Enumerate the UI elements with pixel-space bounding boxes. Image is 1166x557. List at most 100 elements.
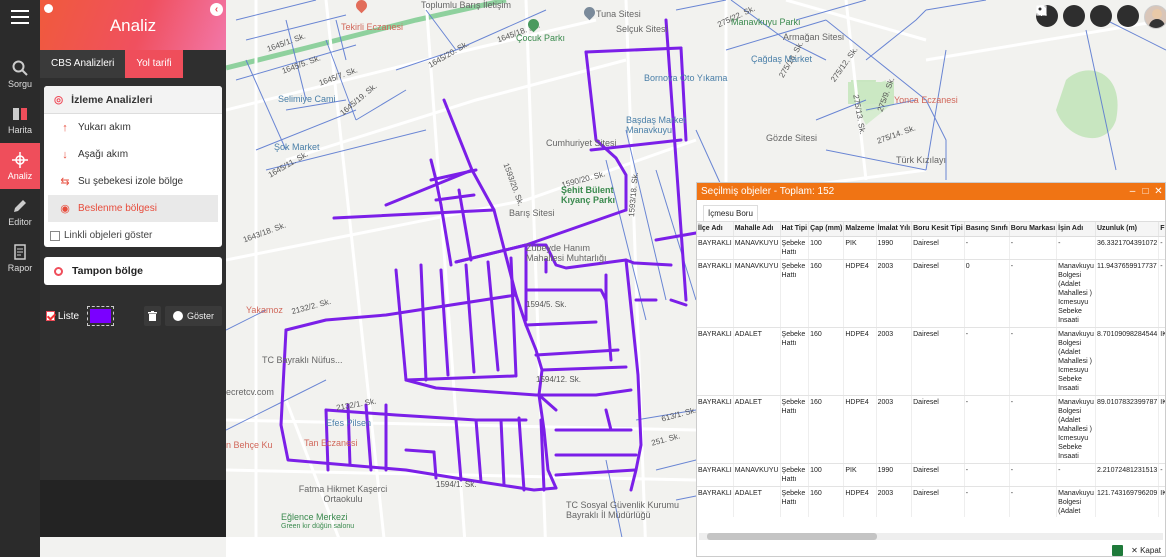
target-icon: ◉ [60, 203, 70, 215]
maximize-icon[interactable]: □ [1139, 186, 1152, 197]
table-cell: MANAVKUYU [733, 236, 781, 260]
poi-label[interactable]: Yakamoz [246, 305, 283, 315]
poi-label[interactable]: ecretcv.com [226, 387, 274, 397]
minimize-icon[interactable]: – [1126, 186, 1139, 197]
poi-label[interactable]: Fatma Hikmet Kaşerci Ortaokulu [298, 484, 388, 504]
sidebar-item-label: Editor [8, 216, 32, 227]
column-header[interactable]: Uzunluk (m) [1095, 222, 1160, 237]
sidebar-item-rapor[interactable]: Rapor [0, 235, 40, 281]
tab-cbs-analizleri[interactable]: CBS Analizleri [40, 50, 126, 78]
liste-checkbox[interactable] [46, 311, 55, 321]
linkli-objeler-checkbox-row[interactable]: Linkli objeleri göster [44, 222, 222, 243]
tab-yol-tarifi[interactable]: Yol tarifi [125, 50, 183, 78]
close-icon[interactable]: ✕ [1152, 186, 1165, 197]
column-header[interactable]: İşin Adı [1056, 222, 1096, 237]
park-area [1056, 70, 1118, 139]
option-yukari-akim[interactable]: ↑ Yukarı akım [44, 114, 222, 141]
selected-objects-title: Seçilmiş objeler - Toplam: 152 [701, 186, 835, 197]
table-row[interactable]: BAYRAKLI ADALET Şebeke Hattı 160 HDPE4 2003 Da… [697, 486, 1165, 517]
tampon-bolge-card[interactable]: Tampon bölge [44, 257, 222, 285]
poi-label[interactable]: Çocuk Parkı [516, 33, 565, 43]
map-toolbar [1036, 5, 1166, 29]
delete-button[interactable] [143, 306, 161, 326]
table-cell: 160 [808, 395, 845, 464]
poi-label[interactable]: Tan Eczanesi [304, 438, 358, 448]
option-asagi-akim[interactable]: ↓ Aşağı akım [44, 141, 222, 168]
table-cell: 2003 [876, 486, 913, 517]
column-header[interactable]: Boru Markası [1009, 222, 1058, 237]
map-layers-button[interactable] [1036, 5, 1085, 27]
poi-label[interactable]: Selçuk Sitesi [616, 24, 668, 34]
kapat-button[interactable]: ✕ Kapat [1131, 546, 1161, 555]
column-header[interactable]: İmalat Yılı [876, 222, 913, 237]
poi-label[interactable]: Manavkuyu Parkı [731, 17, 801, 27]
globe-icon [172, 311, 183, 321]
poi-label[interactable]: Cumhuriyet Sitesi [546, 138, 617, 148]
poi-label[interactable]: Şehit Bülent Kıyanç Parkı [561, 185, 631, 205]
goster-button[interactable]: Göster [164, 306, 222, 326]
scrollbar-thumb[interactable] [707, 533, 877, 540]
table-cell: 2.21072481231513 [1095, 463, 1160, 487]
column-header[interactable]: Çap (mm) [808, 222, 845, 237]
poi-label[interactable]: Yonca Eczanesi [894, 95, 958, 105]
sidebar-item-sorgu[interactable]: Sorgu [0, 51, 40, 97]
poi-label[interactable]: Tekirli Eczanesi [341, 22, 403, 32]
option-izole-bolge[interactable]: ⇆ Su şebekesi izole bölge [44, 168, 222, 195]
panel-header: Analiz ‹ [40, 0, 226, 50]
export-excel-icon[interactable] [1112, 544, 1124, 556]
poi-label[interactable]: Başdaş Market Manavkuyu [626, 115, 696, 135]
poi-label[interactable]: n Behçe Ku [226, 440, 273, 450]
column-header[interactable]: Boru Kesit Tipi [911, 222, 965, 237]
table-row[interactable]: BAYRAKLI MANAVKUYU Şebeke Hattı 100 PIK 1990 D… [697, 236, 1165, 260]
poi-label[interactable]: Eğlence Merkezi [281, 512, 348, 522]
poi-label[interactable]: Selimiye Cami [278, 94, 336, 104]
poi-label[interactable]: Green kır düğün salonu [281, 523, 354, 530]
report-icon [14, 243, 26, 260]
column-header[interactable]: Basınç Sınıfı [964, 222, 1010, 237]
table-cell: - [964, 395, 1010, 464]
poi-label[interactable]: Çağdaş Market [751, 54, 812, 64]
column-header[interactable]: Firma [1158, 222, 1165, 237]
option-label: Aşağı akım [78, 149, 129, 160]
settings-dot-icon[interactable] [44, 4, 53, 13]
map-voice-button[interactable] [1039, 5, 1112, 27]
poi-label[interactable]: TC Bayraklı Nüfus... [262, 355, 343, 365]
column-header[interactable]: Malzeme [843, 222, 877, 237]
poi-label[interactable]: Bornova Oto Yıkama [644, 73, 727, 83]
color-picker[interactable] [87, 306, 114, 326]
collapse-panel-button[interactable]: ‹ [210, 3, 223, 16]
poi-label[interactable]: TC Sosyal Güvenlik Kurumu Bayraklı İl Mü… [566, 500, 681, 520]
column-header[interactable]: Hat Tipi [780, 222, 810, 237]
linkli-objeler-checkbox[interactable] [50, 230, 60, 241]
sidebar-item-harita[interactable]: Harita [0, 97, 40, 143]
poi-label[interactable]: Zübeyde Hanım Mahallesi Muhtarlığı [526, 243, 621, 263]
column-header[interactable]: Mahalle Adı [733, 222, 781, 237]
table-cell: - [1009, 327, 1058, 396]
table-cell: IKRA [1158, 395, 1165, 464]
izleme-analizleri-header[interactable]: ◎ İzleme Analizleri [44, 86, 222, 114]
user-avatar[interactable] [1144, 5, 1166, 29]
poi-label[interactable]: Barış Sitesi [509, 208, 555, 218]
table-cell: Şebeke Hattı [780, 463, 810, 487]
poi-label[interactable]: Efes Pilsen [326, 418, 371, 428]
tab-icmesu-boru[interactable]: İçmesu Boru [703, 205, 758, 221]
sidebar-item-analiz[interactable]: Analiz [0, 143, 40, 189]
poi-label[interactable]: Armağan Sitesi [783, 32, 844, 42]
poi-label[interactable]: Toplumlu Barış İletişim [421, 0, 511, 10]
table-cell: BAYRAKLI [697, 395, 734, 464]
map-globe-button[interactable] [1036, 5, 1139, 27]
hamburger-menu-button[interactable] [0, 0, 40, 34]
option-beslenme-bolgesi[interactable]: ◉ Beslenme bölgesi [48, 195, 218, 222]
column-header[interactable]: İlçe Adı [697, 222, 734, 237]
sidebar-item-editor[interactable]: Editor [0, 189, 40, 235]
table-row[interactable]: BAYRAKLI ADALET Şebeke Hattı 160 HDPE4 2003 Da… [697, 395, 1165, 464]
table-row[interactable]: BAYRAKLI MANAVKUYU Şebeke Hattı 160 HDPE4 200… [697, 259, 1165, 328]
poi-label[interactable]: Gözde Sitesi [766, 133, 817, 143]
horizontal-scrollbar[interactable] [699, 533, 1163, 540]
table-row[interactable]: BAYRAKLI ADALET Şebeke Hattı 160 HDPE4 2003 Da… [697, 327, 1165, 396]
sidebar-item-label: Rapor [7, 262, 33, 273]
poi-label[interactable]: Şok Market [274, 142, 320, 152]
poi-label[interactable]: Tuna Sitesi [596, 9, 641, 19]
poi-label[interactable]: Türk Kızılayı [896, 155, 946, 165]
table-row[interactable]: BAYRAKLI MANAVKUYU Şebeke Hattı 100 PIK 1990 D… [697, 463, 1165, 487]
